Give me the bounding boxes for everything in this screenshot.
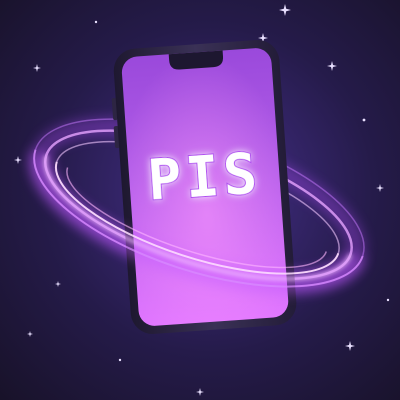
app-promo-graphic: PIS (0, 0, 400, 400)
logo: PIS (145, 140, 264, 215)
logo-text: PIS (146, 141, 263, 214)
sparkle-icon (345, 341, 355, 351)
sparkle-icon (279, 4, 291, 16)
star-dot (94, 20, 98, 24)
sparkle-icon (33, 64, 41, 72)
sparkle-icon (196, 388, 204, 396)
sparkle-icon (27, 331, 33, 337)
star-dot (362, 118, 366, 122)
sparkle-icon (14, 156, 22, 164)
star-dot (386, 298, 390, 302)
star-dot (118, 358, 122, 362)
sparkle-icon (327, 61, 337, 71)
sparkle-icon (376, 184, 384, 192)
sparkle-icon (55, 281, 61, 287)
scene-canvas: PIS (14, 4, 390, 396)
